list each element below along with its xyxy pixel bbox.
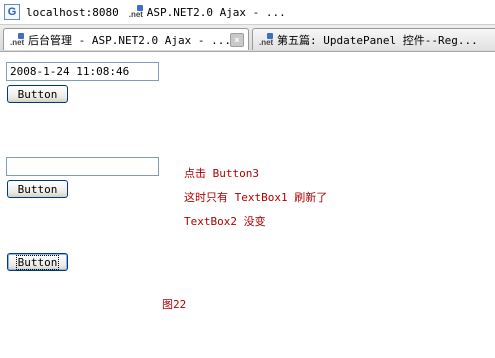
button2[interactable]: Button xyxy=(7,180,68,198)
window-title: ASP.NET2.0 Ajax - ... xyxy=(146,5,286,19)
note-textbox2-unchanged: TextBox2 没变 xyxy=(184,215,266,228)
note-textbox1-refreshed: 这时只有 TextBox1 刷新了 xyxy=(184,191,328,204)
button2-label: Button xyxy=(17,182,58,196)
window-title-bar: G localhost:8080 .net ASP.NET2.0 Ajax - … xyxy=(0,0,495,25)
note-click-button3: 点击 Button3 xyxy=(184,167,259,180)
dotnet-icon: .net xyxy=(10,32,24,47)
button3-label: Button xyxy=(15,254,60,270)
tab-strip: .net 后台管理 - ASP.NET2.0 Ajax - ... × .net… xyxy=(0,25,495,52)
textbox2[interactable] xyxy=(6,157,159,176)
tab-updatepanel-article[interactable]: .net 第五篇: UpdatePanel 控件--Reg... xyxy=(252,28,495,50)
dotnet-icon: .net xyxy=(259,32,273,47)
close-icon[interactable]: × xyxy=(230,33,244,47)
figure-caption: 图22 xyxy=(162,298,187,311)
site-address: localhost:8080 xyxy=(26,5,119,19)
site-favicon-icon: G xyxy=(4,4,20,20)
button3[interactable]: Button xyxy=(7,253,68,271)
dotnet-icon: .net xyxy=(129,5,143,19)
button1-label: Button xyxy=(17,87,58,101)
textbox1[interactable]: 2008-1-24 11:08:46 xyxy=(6,62,159,81)
button1[interactable]: Button xyxy=(7,85,68,103)
tab-admin[interactable]: .net 后台管理 - ASP.NET2.0 Ajax - ... × xyxy=(3,28,249,50)
tab-label: 第五篇: UpdatePanel 控件--Reg... xyxy=(277,33,478,47)
tab-label: 后台管理 - ASP.NET2.0 Ajax - ... xyxy=(28,33,231,47)
